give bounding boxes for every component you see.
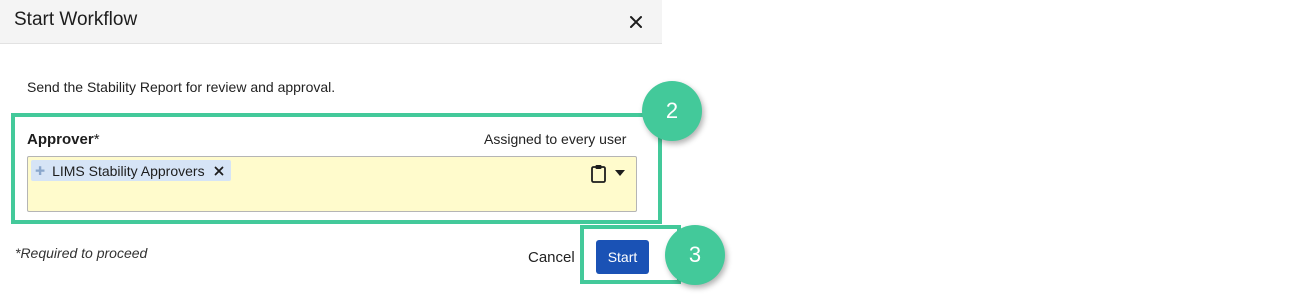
dialog-header: Start Workflow: [0, 0, 662, 44]
screen: Start Workflow Send the Stability Report…: [0, 0, 1300, 302]
caret-down-icon[interactable]: [614, 169, 626, 177]
approver-chip-label: LIMS Stability Approvers: [52, 162, 205, 179]
required-note: *Required to proceed: [15, 245, 148, 261]
close-icon[interactable]: [624, 10, 648, 34]
dialog-title: Start Workflow: [14, 9, 138, 30]
approver-label: Approver*: [27, 131, 100, 148]
approver-chip[interactable]: ✚ LIMS Stability Approvers: [31, 160, 231, 181]
start-button[interactable]: Start: [596, 240, 649, 274]
remove-icon[interactable]: [214, 166, 224, 176]
callout-badge-2: 2: [642, 81, 702, 141]
callout-badge-3: 3: [665, 225, 725, 285]
assignment-note: Assigned to every user: [484, 131, 627, 147]
approver-picker[interactable]: ✚ LIMS Stability Approvers: [27, 156, 637, 212]
cancel-button[interactable]: Cancel: [522, 246, 581, 268]
approver-label-text: Approver: [27, 131, 94, 148]
dialog-description: Send the Stability Report for review and…: [27, 79, 336, 95]
drag-handle-icon[interactable]: ✚: [35, 165, 45, 177]
clipboard-icon[interactable]: [591, 164, 606, 183]
start-workflow-dialog: Start Workflow Send the Stability Report…: [0, 0, 662, 283]
required-marker: *: [93, 131, 100, 148]
